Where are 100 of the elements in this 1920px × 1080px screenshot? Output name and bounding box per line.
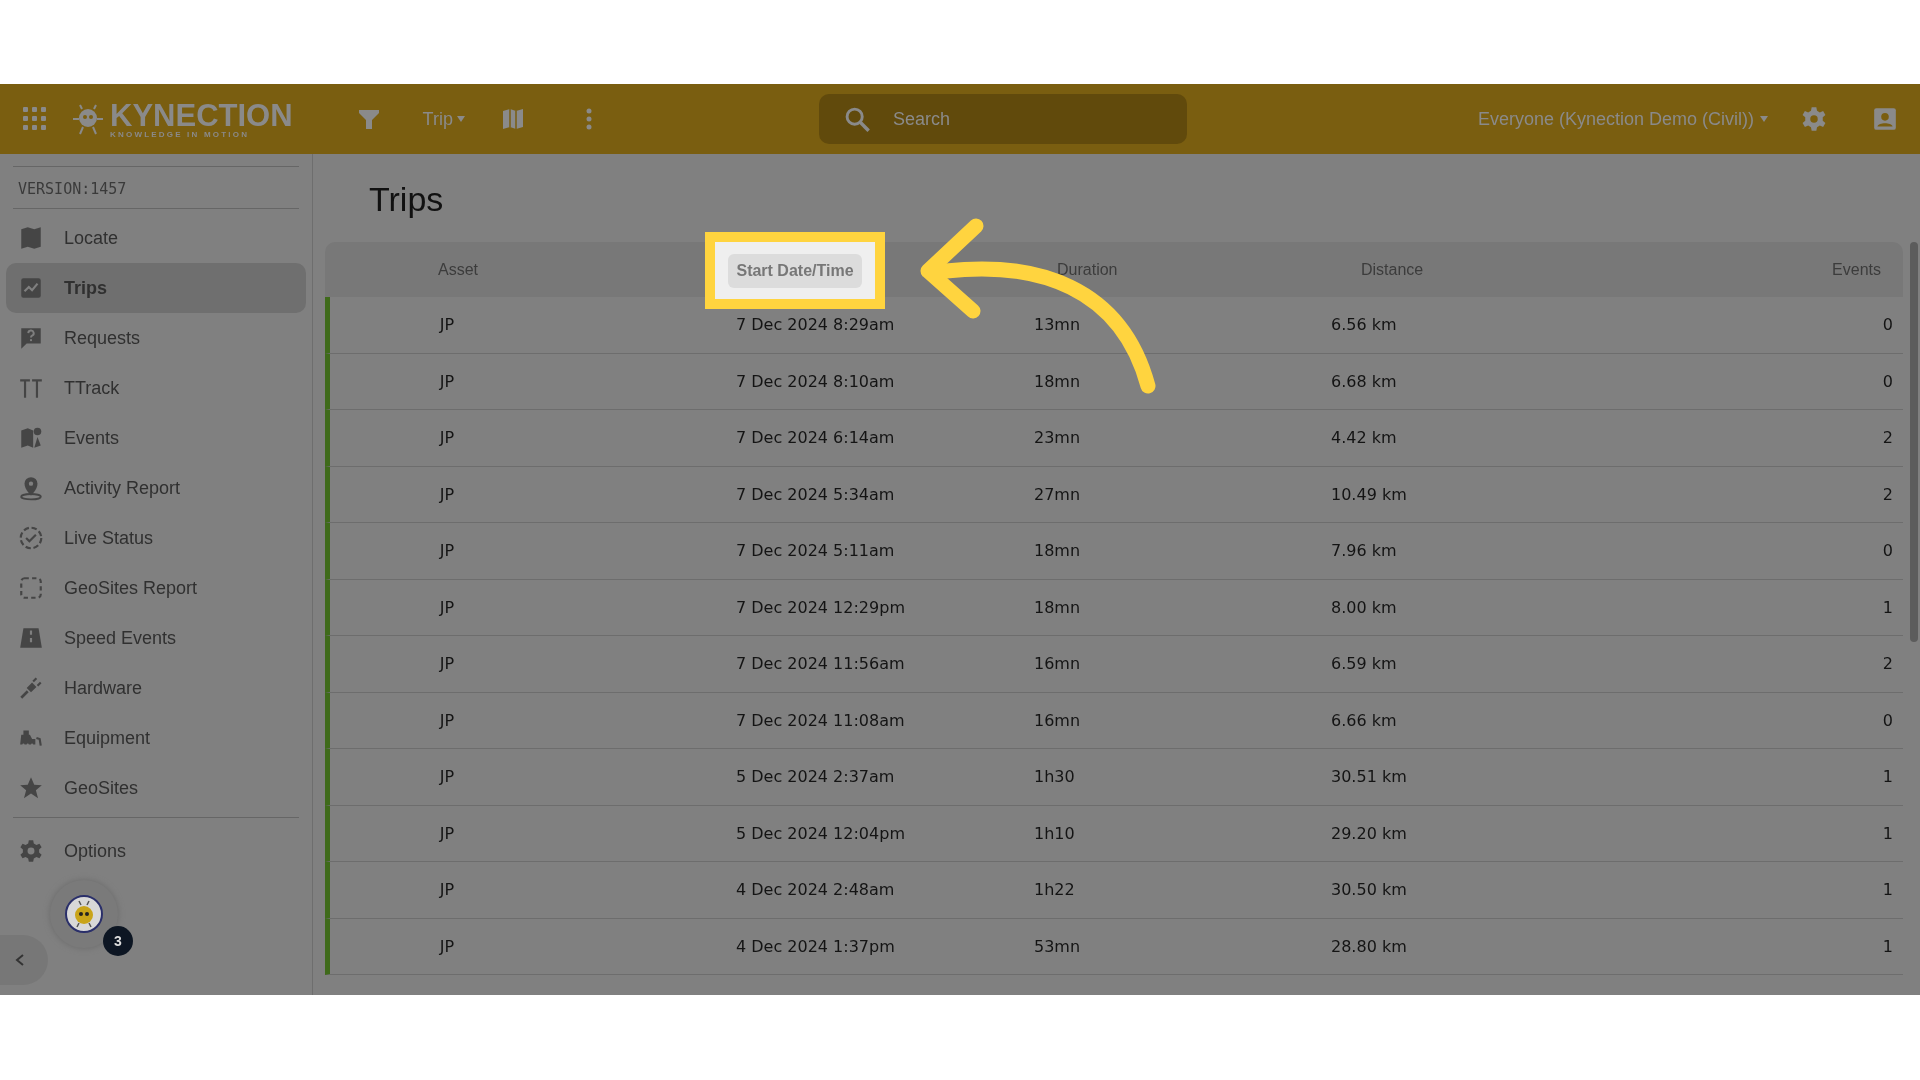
table-cell: 7 Dec 2024 5:11am	[736, 541, 895, 561]
account-selector[interactable]: Everyone (Kynection Demo (Civil))	[1477, 108, 1768, 130]
table-cell: 1	[1882, 823, 1893, 843]
sidebar-item[interactable]: Options	[6, 826, 306, 876]
table-row[interactable]: JP 7 Dec 2024 5:34am 27mn 10.49 km 2	[325, 466, 1903, 523]
table-cell: 13mn	[1034, 315, 1081, 335]
table-cell: 30.51 km	[1331, 767, 1407, 787]
table-row[interactable]: JP 7 Dec 2024 11:56am 16mn 6.59 km 2	[325, 636, 1903, 693]
table-cell: 1h22	[1034, 880, 1075, 900]
table-cell: 0	[1882, 371, 1893, 391]
question-bubble-icon	[18, 325, 44, 351]
table-cell: 5 Dec 2024 2:37am	[736, 767, 895, 787]
table-cell: 4.42 km	[1331, 428, 1397, 448]
table-row[interactable]: JP 7 Dec 2024 11:08am 16mn 6.66 km 0	[325, 692, 1903, 749]
sidebar-item[interactable]: TTrack	[6, 363, 306, 413]
column-header[interactable]: Distance	[1361, 260, 1424, 279]
user-icon[interactable]	[1872, 106, 1898, 132]
table-cell: 1	[1882, 880, 1893, 900]
brand-name: KYNECTION	[110, 99, 293, 131]
table-cell: JP	[439, 823, 455, 843]
table-cell: JP	[439, 484, 455, 504]
table-row[interactable]: JP 4 Dec 2024 2:48am 1h22 30.50 km 1	[325, 862, 1903, 919]
more-icon[interactable]	[584, 106, 593, 132]
table-row[interactable]: JP 5 Dec 2024 12:04pm 1h10 29.20 km 1	[325, 805, 1903, 862]
table-cell: 0	[1882, 710, 1893, 730]
table-cell: 6.68 km	[1331, 371, 1397, 391]
column-header[interactable]: Asset	[438, 260, 478, 279]
table-cell: 7 Dec 2024 8:29am	[736, 315, 895, 335]
trip-menu[interactable]: Trip	[422, 108, 465, 130]
table-cell: 1	[1882, 936, 1893, 956]
map-icon	[18, 225, 44, 251]
column-header[interactable]: Duration	[1057, 260, 1118, 279]
table-cell: 6.59 km	[1331, 654, 1397, 674]
table-cell: 16mn	[1034, 710, 1081, 730]
sidebar-item[interactable]: Trips	[6, 263, 306, 313]
star-icon	[18, 775, 44, 801]
table-row[interactable]: JP 7 Dec 2024 8:10am 18mn 6.68 km 0	[325, 353, 1903, 410]
table-cell: 7 Dec 2024 5:34am	[736, 484, 895, 504]
table-cell: JP	[439, 428, 455, 448]
sidebar-item[interactable]: Events	[6, 413, 306, 463]
robot-avatar-icon	[64, 894, 104, 934]
caret-icon	[1760, 116, 1768, 122]
table-cell: 16mn	[1034, 654, 1081, 674]
table-cell: 0	[1882, 315, 1893, 335]
table-cell: 27mn	[1034, 484, 1081, 504]
table-row[interactable]: JP 4 Dec 2024 1:37pm 53mn 28.80 km 1	[325, 918, 1903, 975]
table-cell: 10.49 km	[1331, 484, 1407, 504]
dashed-check-circle-icon	[18, 525, 44, 551]
table-cell: 6.56 km	[1331, 315, 1397, 335]
sidebar-item[interactable]: Equipment	[6, 713, 306, 763]
sidebar-item[interactable]: Activity Report	[6, 463, 306, 513]
table-row[interactable]: JP 7 Dec 2024 6:14am 23mn 4.42 km 2	[325, 410, 1903, 467]
table-cell: 4 Dec 2024 1:37pm	[736, 936, 895, 956]
brand-tagline: KNOWLEDGE IN MOTION	[110, 130, 251, 139]
table-cell: 7 Dec 2024 8:10am	[736, 371, 895, 391]
sidebar-item[interactable]: Locate	[6, 213, 306, 263]
table-cell: 18mn	[1034, 541, 1081, 561]
table-cell: JP	[439, 936, 455, 956]
table-cell: 7 Dec 2024 11:56am	[736, 654, 905, 674]
sidebar-item[interactable]: GeoSites Report	[6, 563, 306, 613]
location-pin-icon	[18, 475, 44, 501]
sidebar-item[interactable]: Hardware	[6, 663, 306, 713]
map-icon[interactable]	[500, 106, 525, 132]
table-cell: 1	[1882, 767, 1893, 787]
table-cell: 1	[1882, 597, 1893, 617]
table-row[interactable]: JP 7 Dec 2024 8:29am 13mn 6.56 km 0	[325, 297, 1903, 354]
table-cell: 7 Dec 2024 6:14am	[736, 428, 895, 448]
sidebar-item[interactable]: Requests	[6, 313, 306, 363]
collapse-sidebar-button[interactable]	[0, 935, 48, 985]
table-cell: 53mn	[1034, 936, 1081, 956]
table-cell: 8.00 km	[1331, 597, 1397, 617]
table-cell: 6.66 km	[1331, 710, 1397, 730]
table-row[interactable]: JP 5 Dec 2024 2:37am 1h30 30.51 km 1	[325, 749, 1903, 806]
caret-icon	[456, 116, 465, 122]
table-row[interactable]: JP 7 Dec 2024 5:11am 18mn 7.96 km 0	[325, 523, 1903, 580]
table-cell: 7 Dec 2024 12:29pm	[736, 597, 905, 617]
table-cell: 18mn	[1034, 371, 1081, 391]
column-header[interactable]: Events	[1832, 260, 1881, 279]
table-cell: 29.20 km	[1331, 823, 1407, 843]
sidebar-item[interactable]: Live Status	[6, 513, 306, 563]
settings-icon[interactable]	[1800, 105, 1828, 133]
settings-icon	[18, 838, 44, 864]
table-cell: 4 Dec 2024 2:48am	[736, 880, 895, 900]
sort-column-button[interactable]: Start Date/Time	[728, 253, 862, 288]
sidebar-item[interactable]: Speed Events	[6, 613, 306, 663]
notification-badge: 3	[103, 926, 133, 956]
sidebar-item[interactable]: GeoSites	[6, 763, 306, 813]
version-label: VERSION:1457	[17, 179, 128, 200]
apps-grid-icon[interactable]	[22, 106, 48, 132]
table-cell: 2	[1882, 484, 1893, 504]
table-cell: JP	[439, 597, 455, 617]
scrollbar-thumb[interactable]	[1910, 242, 1918, 642]
table-row[interactable]: JP 7 Dec 2024 12:29pm 18mn 8.00 km 1	[325, 579, 1903, 636]
table-cell: 0	[1882, 541, 1893, 561]
search-field[interactable]: Search	[818, 94, 1187, 144]
table-cell: 28.80 km	[1331, 936, 1407, 956]
table-cell: 1h10	[1034, 823, 1075, 843]
table-cell: JP	[439, 880, 455, 900]
table-cell: JP	[439, 371, 455, 391]
page-title: Trips	[369, 180, 445, 220]
